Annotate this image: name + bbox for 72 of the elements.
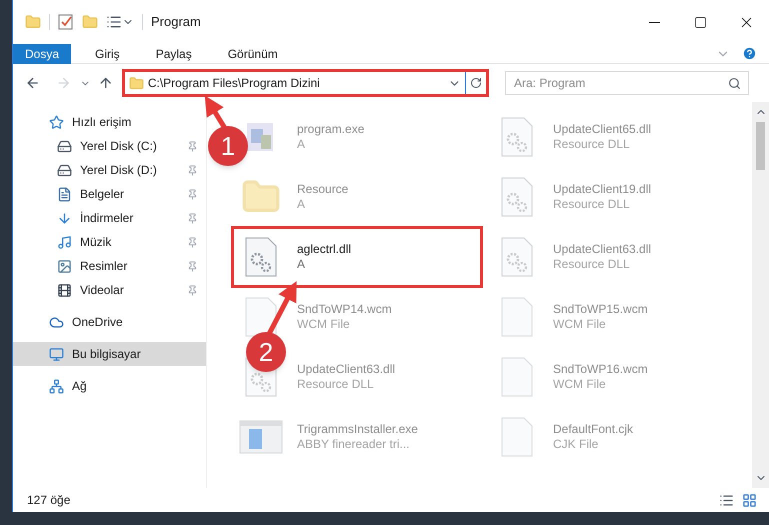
ribbon-tab[interactable]: Dosya <box>13 44 72 64</box>
file-icon <box>500 357 534 397</box>
cloud-icon <box>49 314 64 330</box>
file-type: A <box>297 197 306 212</box>
pin-icon <box>187 140 198 152</box>
ribbon-tab[interactable]: Görünüm <box>216 44 290 64</box>
file-icon <box>500 297 534 337</box>
gear-file-icon <box>244 237 278 277</box>
file-type: Resource DLL <box>553 197 631 212</box>
ribbon-tab[interactable]: Paylaş <box>144 44 204 64</box>
picture-icon <box>57 258 72 274</box>
pin-icon <box>187 188 198 200</box>
sidebar-item[interactable]: Bu bilgisayar <box>13 342 206 366</box>
file-type: WCM File <box>553 377 607 392</box>
maximize-icon <box>694 16 706 28</box>
file-type: Resource DLL <box>297 377 375 392</box>
file-type: WCM File <box>297 317 351 332</box>
refresh-icon <box>470 77 482 89</box>
drive-icon <box>57 138 72 154</box>
sidebar-item[interactable]: Yerel Disk (C:) <box>13 134 206 158</box>
scrollbar[interactable] <box>752 102 769 488</box>
sidebar-item[interactable]: Belgeler <box>13 182 206 206</box>
item-count: 127 öğe <box>27 492 70 509</box>
installer-window-icon <box>239 420 283 454</box>
pin-icon <box>187 236 198 248</box>
file-type: CJK File <box>553 437 600 452</box>
large-icons-view-icon[interactable] <box>742 492 757 508</box>
folder-icon <box>128 76 144 90</box>
ribbon-tab[interactable]: Giriş <box>83 44 132 64</box>
pin-icon <box>187 284 198 296</box>
sidebar-item[interactable]: OneDrive <box>13 310 206 334</box>
file-icon <box>500 417 534 457</box>
file-type: ABBY finereader tri... <box>297 437 410 452</box>
address-field[interactable]: C:\Program Files\Program Dizini <box>124 72 466 94</box>
details-view-icon[interactable] <box>719 492 734 508</box>
sidebar-item[interactable]: Ağ <box>13 374 206 398</box>
file-name[interactable]: aglectrl.dll <box>297 242 352 257</box>
film-icon <box>57 282 72 298</box>
search-icon <box>728 77 741 90</box>
file-type: Resource DLL <box>553 257 631 272</box>
document-icon <box>57 186 72 202</box>
gear-file-icon <box>500 237 534 277</box>
gear-file-icon <box>500 177 534 217</box>
window-title: Program <box>151 13 201 32</box>
checkbox-icon[interactable] <box>58 14 74 30</box>
sidebar-item[interactable]: Resimler <box>13 254 206 278</box>
pin-icon <box>187 164 198 176</box>
sidebar-item[interactable]: Hızlı erişim <box>13 110 206 134</box>
file-type: A <box>297 137 306 152</box>
file-icon <box>244 297 278 337</box>
drive-icon <box>57 162 72 178</box>
star-icon <box>49 114 64 130</box>
file-type: WCM File <box>553 317 607 332</box>
sidebar-item[interactable]: Videolar <box>13 278 206 302</box>
music-note-icon <box>57 234 72 250</box>
properties-icon[interactable] <box>106 14 122 30</box>
search-field[interactable]: Ara: Program <box>504 71 749 95</box>
sidebar-item[interactable]: Müzik <box>13 230 206 254</box>
sidebar-item[interactable]: İndirmeler <box>13 206 206 230</box>
network-icon <box>49 378 64 394</box>
monitor-icon <box>49 346 64 362</box>
file-type: Resource DLL <box>553 137 631 152</box>
gear-file-icon <box>500 117 534 157</box>
back-icon[interactable] <box>25 75 40 91</box>
file-type: A <box>297 257 306 272</box>
pin-icon <box>187 260 198 272</box>
scroll-thumb[interactable] <box>756 122 765 170</box>
download-icon <box>57 210 72 226</box>
up-icon[interactable] <box>98 75 114 91</box>
sidebar-item[interactable]: Yerel Disk (D:) <box>13 158 206 182</box>
help-icon[interactable] <box>742 46 757 61</box>
pin-icon <box>187 212 198 224</box>
